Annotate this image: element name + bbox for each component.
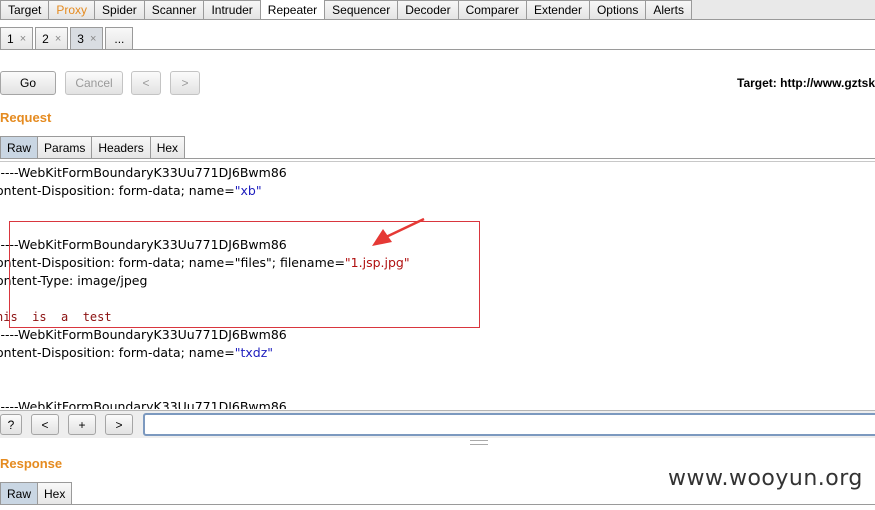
search-next-button[interactable]: >	[105, 414, 133, 435]
response-title: Response	[0, 456, 63, 471]
help-button[interactable]: ?	[0, 414, 22, 435]
search-add-button[interactable]: +	[68, 414, 96, 435]
watermark-text: www.wooyun.org	[668, 466, 863, 491]
response-tab-raw[interactable]: Raw	[0, 482, 39, 504]
search-bar: ? < + >	[0, 410, 875, 438]
response-tab-hex[interactable]: Hex	[38, 482, 73, 504]
search-prev-button[interactable]: <	[31, 414, 59, 435]
search-input[interactable]	[143, 413, 875, 436]
pane-splitter[interactable]	[470, 440, 488, 445]
